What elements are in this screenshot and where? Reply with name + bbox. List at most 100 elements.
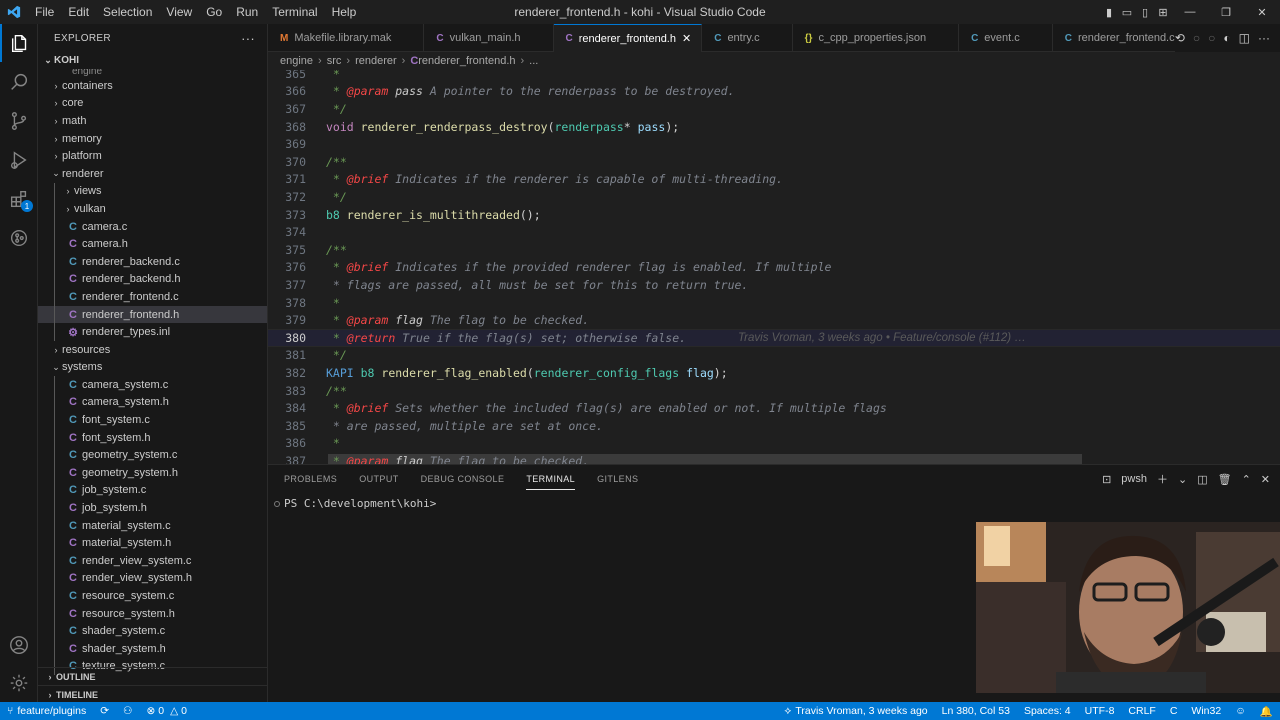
- feedback-icon[interactable]: ☺: [1228, 702, 1253, 720]
- account-icon[interactable]: [0, 626, 38, 664]
- terminal-output[interactable]: PS C:\development\kohi>: [274, 497, 436, 510]
- split-terminal-icon[interactable]: ◫: [1197, 473, 1207, 486]
- chevron-down-icon[interactable]: ⌄: [1178, 473, 1187, 486]
- editor-tab[interactable]: Centry.c: [702, 24, 793, 52]
- tree-file[interactable]: Crenderer_backend.h: [38, 270, 267, 289]
- cursor-position[interactable]: Ln 380, Col 53: [935, 702, 1017, 720]
- more-actions-icon[interactable]: ···: [241, 31, 255, 46]
- tree-file[interactable]: Cgeometry_system.h: [38, 464, 267, 482]
- panel-tab-terminal[interactable]: TERMINAL: [526, 465, 575, 493]
- breadcrumb-item[interactable]: ...: [529, 55, 538, 67]
- menu-item-terminal[interactable]: Terminal: [265, 0, 324, 24]
- language-mode[interactable]: C: [1163, 702, 1185, 720]
- menu-item-view[interactable]: View: [159, 0, 199, 24]
- tree-file[interactable]: Crenderer_frontend.h: [38, 305, 267, 324]
- tree-folder[interactable]: › views: [38, 182, 267, 201]
- tree-file[interactable]: Ccamera.c: [38, 217, 267, 236]
- tree-file[interactable]: Cshader_system.h: [38, 640, 267, 658]
- sync-icon[interactable]: ⟳: [93, 702, 116, 720]
- toggle-panel-icon[interactable]: ▭: [1118, 0, 1136, 24]
- editor-tab[interactable]: Crenderer_frontend.h ✕: [553, 24, 703, 52]
- menu-item-selection[interactable]: Selection: [96, 0, 159, 24]
- editor-tab[interactable]: {} c_cpp_properties.json: [793, 24, 960, 52]
- tree-file[interactable]: Crender_view_system.c: [38, 552, 267, 570]
- tree-folder[interactable]: ⌄ renderer: [38, 165, 267, 183]
- run-debug-icon[interactable]: [0, 141, 38, 179]
- branch-indicator[interactable]: ⑂ feature/plugins: [0, 702, 93, 720]
- indentation[interactable]: Spaces: 4: [1017, 702, 1078, 720]
- menu-item-file[interactable]: File: [28, 0, 61, 24]
- line-ending[interactable]: CRLF: [1121, 702, 1162, 720]
- panel-tab-gitlens[interactable]: GITLENS: [597, 465, 638, 493]
- close-tab-icon[interactable]: ✕: [682, 32, 691, 45]
- close-panel-icon[interactable]: ✕: [1261, 473, 1270, 486]
- new-terminal-icon[interactable]: ＋: [1157, 471, 1168, 487]
- tree-file[interactable]: Cjob_system.c: [38, 481, 267, 500]
- problems-indicator[interactable]: ⊗ 0 △ 0: [139, 702, 194, 720]
- dot-icon[interactable]: ○: [1208, 31, 1215, 45]
- tree-folder[interactable]: › containers: [38, 77, 267, 95]
- menu-item-help[interactable]: Help: [325, 0, 364, 24]
- editor-tab[interactable]: M Makefile.library.mak: [268, 24, 425, 52]
- breadcrumb-item[interactable]: engine: [280, 55, 313, 67]
- minimize-button[interactable]: —: [1172, 0, 1208, 24]
- breadcrumb-item[interactable]: renderer_frontend.h: [418, 55, 515, 67]
- more-actions-icon[interactable]: ···: [1258, 31, 1270, 45]
- chevron-up-icon[interactable]: ⌃: [1242, 473, 1251, 486]
- tree-folder[interactable]: › math: [38, 112, 267, 130]
- gitlens-icon[interactable]: [0, 219, 38, 257]
- panel-tab-debug-console[interactable]: DEBUG CONSOLE: [421, 465, 505, 493]
- tree-folder[interactable]: › memory: [38, 130, 267, 148]
- dot-icon[interactable]: ○: [1193, 31, 1200, 45]
- extensions-icon[interactable]: 1: [0, 180, 38, 218]
- gitlens-status-icon[interactable]: ⚇: [116, 702, 139, 720]
- tree-file[interactable]: Crenderer_backend.c: [38, 252, 267, 271]
- tree-file[interactable]: Crender_view_system.h: [38, 569, 267, 588]
- tree-file[interactable]: Cfont_system.c: [38, 411, 267, 429]
- tree-file[interactable]: Cgeometry_system.c: [38, 446, 267, 465]
- terminal-icon[interactable]: ⊡: [1102, 473, 1111, 486]
- go-back-icon[interactable]: ⟲: [1175, 31, 1185, 45]
- menu-item-edit[interactable]: Edit: [61, 0, 96, 24]
- tree-folder[interactable]: › core: [38, 95, 267, 113]
- menu-item-run[interactable]: Run: [229, 0, 265, 24]
- tree-file[interactable]: ⚙ renderer_types.inl: [38, 323, 267, 341]
- toggle-secondary-sidebar-icon[interactable]: ▯: [1136, 0, 1154, 24]
- tree-file[interactable]: Crenderer_frontend.c: [38, 288, 267, 306]
- tree-file[interactable]: Cresource_system.c: [38, 587, 267, 605]
- gitlens-compare-icon[interactable]: ◐: [1223, 31, 1230, 45]
- timeline-section[interactable]: › TIMELINE: [38, 685, 267, 702]
- encoding[interactable]: UTF-8: [1078, 702, 1122, 720]
- source-control-icon[interactable]: [0, 102, 38, 140]
- notifications-bell-icon[interactable]: 🔔: [1253, 702, 1280, 720]
- panel-tab-output[interactable]: OUTPUT: [359, 465, 398, 493]
- tree-folder[interactable]: › platform: [38, 147, 267, 165]
- tree-file[interactable]: Ccamera_system.c: [38, 376, 267, 394]
- panel-tab-problems[interactable]: PROBLEMS: [284, 465, 337, 493]
- trash-icon[interactable]: 🗑: [1218, 473, 1232, 486]
- search-icon[interactable]: [0, 63, 38, 101]
- layout-icon[interactable]: ⊞: [1154, 0, 1172, 24]
- tree-folder[interactable]: › vulkan: [38, 200, 267, 218]
- menu-item-go[interactable]: Go: [199, 0, 229, 24]
- split-editor-icon[interactable]: ◫: [1239, 31, 1250, 45]
- tree-folder[interactable]: ⌄ systems: [38, 359, 267, 377]
- explorer-icon[interactable]: [0, 24, 38, 62]
- tree-file[interactable]: Cmaterial_system.c: [38, 516, 267, 535]
- editor-tab[interactable]: Cvulkan_main.h: [424, 24, 554, 52]
- tree-file[interactable]: Cfont_system.h: [38, 428, 267, 447]
- tree-folder[interactable]: › resources: [38, 341, 267, 359]
- settings-gear-icon[interactable]: [0, 664, 38, 702]
- toggle-sidebar-icon[interactable]: ▮: [1100, 0, 1118, 24]
- outline-section[interactable]: › OUTLINE: [38, 667, 267, 685]
- blame-status[interactable]: ⟡ Travis Vroman, 3 weeks ago: [777, 702, 934, 720]
- tree-file[interactable]: Cmaterial_system.h: [38, 534, 267, 553]
- tree-file[interactable]: Ccamera.h: [38, 235, 267, 253]
- terminal-shell-name[interactable]: pwsh: [1121, 473, 1147, 485]
- workspace-root[interactable]: ⌄ KOHI: [38, 52, 267, 69]
- tree-file[interactable]: Cshader_system.c: [38, 622, 267, 640]
- close-window-button[interactable]: ✕: [1244, 0, 1280, 24]
- tree-file[interactable]: Cresource_system.h: [38, 604, 267, 623]
- breadcrumb-item[interactable]: src: [327, 55, 342, 67]
- breadcrumb-item[interactable]: renderer: [355, 55, 397, 67]
